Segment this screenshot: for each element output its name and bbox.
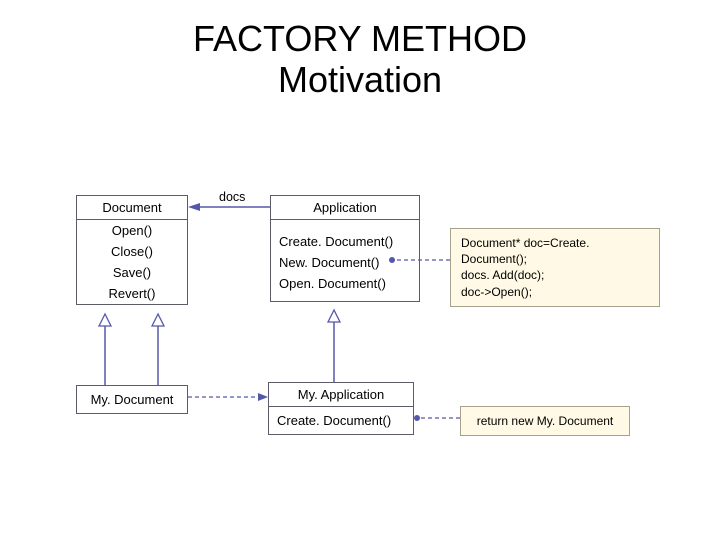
class-application-name: Application <box>271 196 419 220</box>
op-revert: Revert() <box>77 283 187 304</box>
note1-line3: doc->Open(); <box>461 284 649 300</box>
class-myapplication-name: My. Application <box>269 383 413 407</box>
class-mydocument: My. Document <box>76 385 188 414</box>
assoc-label-docs: docs <box>219 190 245 204</box>
title-line-2: Motivation <box>278 59 442 100</box>
op-open: Open() <box>77 220 187 241</box>
class-myapplication: My. Application Create. Document() <box>268 382 414 435</box>
class-document-name: Document <box>77 196 187 220</box>
class-mydocument-name: My. Document <box>77 386 187 413</box>
note1-line1: Document* doc=Create. Document(); <box>461 235 649 267</box>
class-document: Document Open() Close() Save() Revert() <box>76 195 188 305</box>
class-application: Application Create. Document() New. Docu… <box>270 195 420 302</box>
note-create-document: Document* doc=Create. Document(); docs. … <box>450 228 660 307</box>
op-my-create-document: Create. Document() <box>269 407 413 434</box>
op-save: Save() <box>77 262 187 283</box>
note2-text: return new My. Document <box>477 414 614 428</box>
op-open-document: Open. Document() <box>271 273 419 301</box>
op-close: Close() <box>77 241 187 262</box>
op-new-document: New. Document() <box>271 252 419 273</box>
slide-title: FACTORY METHOD Motivation <box>0 18 720 101</box>
note1-line2: docs. Add(doc); <box>461 267 649 283</box>
note-my-create-document: return new My. Document <box>460 406 630 436</box>
title-line-1: FACTORY METHOD <box>193 18 527 59</box>
op-create-document: Create. Document() <box>271 220 419 252</box>
